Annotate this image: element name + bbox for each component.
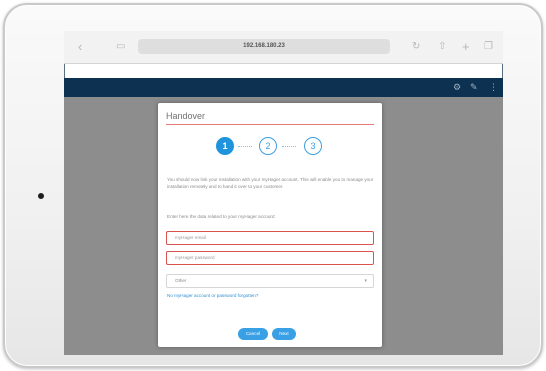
- step-1-indicator: 1: [216, 137, 234, 155]
- reload-icon[interactable]: ↻: [412, 40, 420, 53]
- forgot-password-link[interactable]: No myHager account or password forgotten…: [167, 293, 258, 298]
- handover-dialog: Handover 1 2 3 You should now link your …: [158, 103, 382, 347]
- step-connector: [282, 146, 296, 147]
- url-text: 192.168.180.23: [243, 43, 285, 49]
- tabs-icon[interactable]: ❐: [484, 40, 493, 53]
- select-value: Other: [175, 278, 187, 283]
- description-text: You should now link your installation wi…: [167, 177, 374, 189]
- chevron-down-icon: ▾: [364, 278, 367, 284]
- title-divider: [166, 124, 374, 125]
- account-type-select[interactable]: Other ▾: [166, 274, 374, 288]
- page-top-strip: [64, 64, 503, 78]
- tablet-frame: ‹ ▭ 192.168.180.23 ↻ ⇧ + ❐ ⚙ ✎ ⋮ Handove…: [3, 3, 543, 368]
- email-placeholder: myHager email: [175, 235, 206, 240]
- prompt-text: Enter here the data related to your myHa…: [167, 214, 276, 219]
- dialog-title: Handover: [166, 111, 206, 121]
- password-field[interactable]: myHager password: [166, 251, 374, 265]
- home-button[interactable]: [38, 193, 44, 199]
- step-3-indicator: 3: [304, 137, 322, 155]
- plus-icon[interactable]: +: [462, 40, 470, 53]
- settings-icon[interactable]: ⚙: [453, 82, 461, 92]
- screen: ‹ ▭ 192.168.180.23 ↻ ⇧ + ❐ ⚙ ✎ ⋮ Handove…: [64, 31, 503, 355]
- browser-toolbar: ‹ ▭ 192.168.180.23 ↻ ⇧ + ❐: [64, 31, 503, 64]
- book-icon[interactable]: ▭: [116, 40, 125, 53]
- password-placeholder: myHager password: [175, 255, 215, 260]
- address-bar[interactable]: 192.168.180.23: [138, 39, 390, 54]
- cancel-button[interactable]: Cancel: [238, 328, 268, 340]
- chevron-left-icon[interactable]: ‹: [78, 40, 82, 53]
- pencil-icon[interactable]: ✎: [470, 82, 478, 92]
- next-button[interactable]: Next: [272, 328, 296, 340]
- email-field[interactable]: myHager email: [166, 231, 374, 245]
- menu-icon[interactable]: ⋮: [489, 82, 498, 92]
- step-2-indicator: 2: [259, 137, 277, 155]
- step-connector: [238, 146, 252, 147]
- share-icon[interactable]: ⇧: [438, 40, 446, 53]
- app-header: ⚙ ✎ ⋮: [64, 78, 503, 97]
